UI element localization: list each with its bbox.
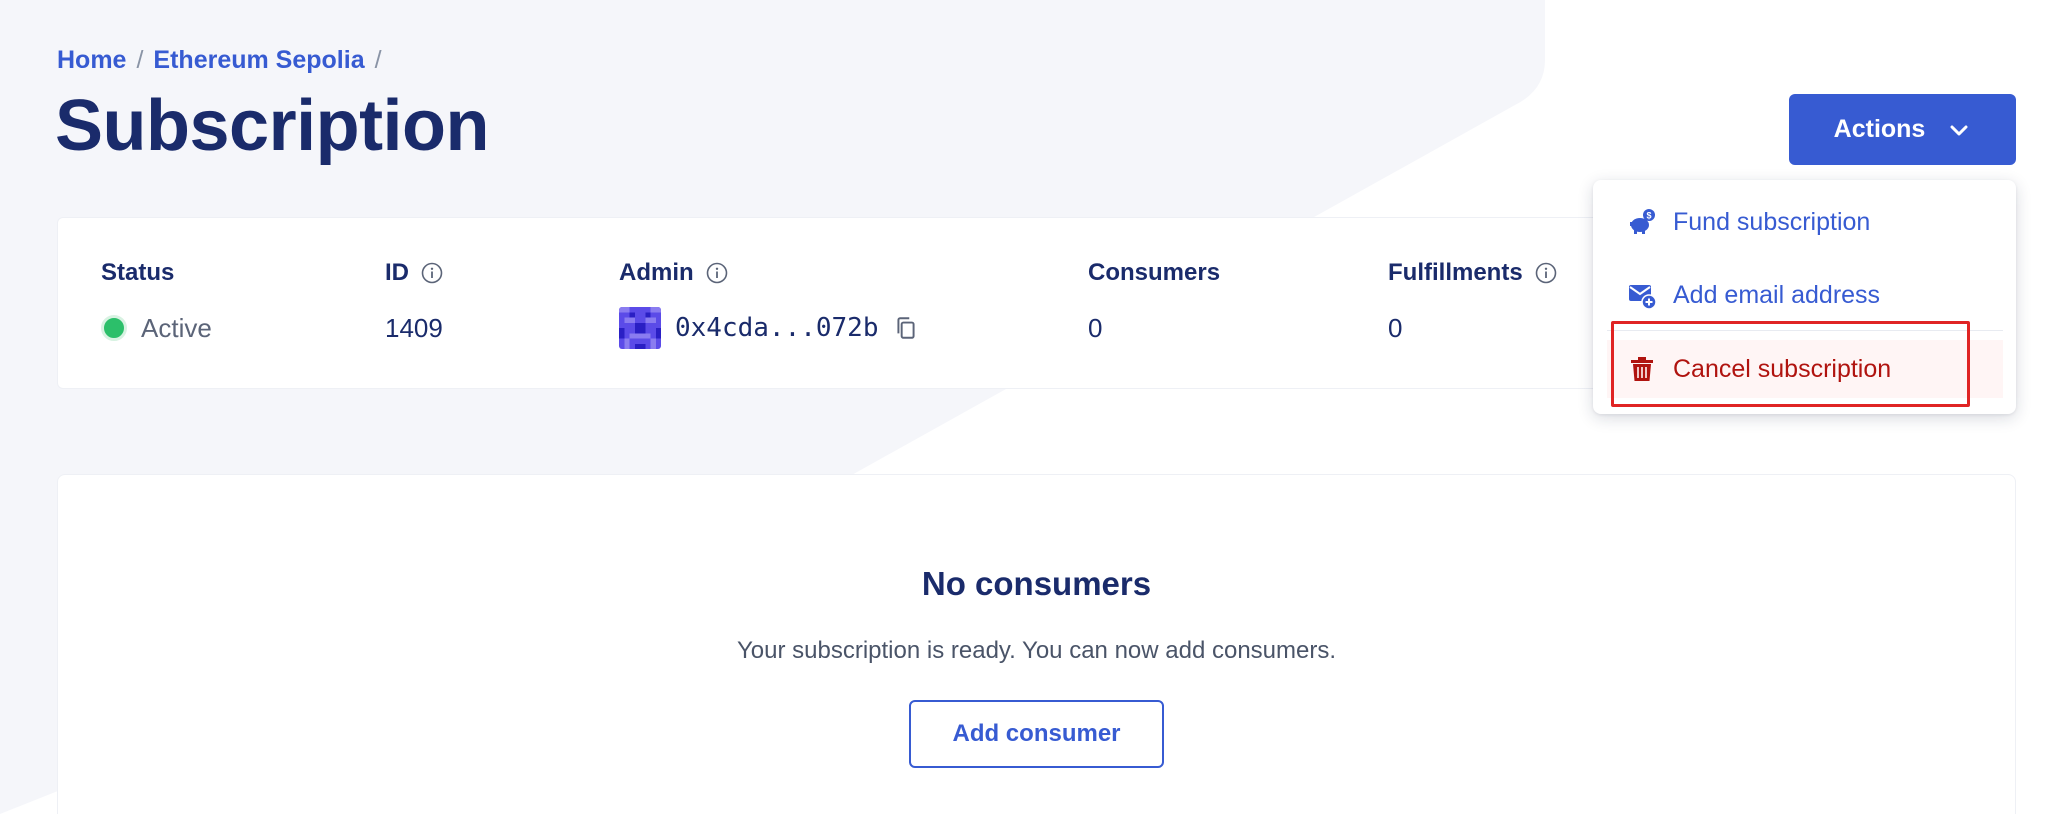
empty-state-description: Your subscription is ready. You can now … — [736, 637, 1337, 664]
menu-item-cancel-subscription[interactable]: Cancel subscription — [1607, 340, 2003, 398]
page: Home / Ethereum Sepolia / Subscription A… — [0, 0, 2072, 814]
add-consumer-button[interactable]: Add consumer — [909, 700, 1164, 768]
breadcrumb-network-link[interactable]: Ethereum Sepolia — [153, 46, 364, 75]
consumers-column: Consumers 0 — [1088, 258, 1220, 348]
fulfillments-label: Fulfillments — [1388, 259, 1523, 286]
status-value: Active — [101, 308, 212, 348]
admin-label: Admin — [619, 259, 694, 286]
actions-button[interactable]: Actions — [1789, 94, 2016, 165]
status-text: Active — [141, 312, 212, 343]
info-icon[interactable] — [706, 262, 728, 284]
id-label: ID — [385, 259, 409, 286]
fulfillments-column: Fulfillments 0 — [1388, 258, 1557, 348]
consumers-label: Consumers — [1088, 259, 1221, 286]
id-column: ID 1409 — [385, 258, 443, 348]
info-icon[interactable] — [421, 262, 443, 284]
menu-divider — [1607, 330, 2003, 331]
fulfillments-value: 0 — [1388, 312, 1403, 343]
menu-item-cancel-label: Cancel subscription — [1673, 354, 1892, 383]
fulfillments-label-row: Fulfillments — [1388, 258, 1557, 288]
menu-item-fund-subscription[interactable]: $ Fund subscription — [1607, 193, 2003, 251]
status-column: Status Active — [101, 258, 212, 348]
status-label: Status — [101, 259, 175, 286]
menu-item-email-label: Add email address — [1673, 280, 1881, 309]
id-value: 1409 — [385, 312, 443, 343]
admin-value: 0x4cda...072b — [619, 307, 919, 349]
info-icon[interactable] — [1535, 262, 1557, 284]
empty-state-title: No consumers — [921, 565, 1152, 602]
menu-item-add-email[interactable]: Add email address — [1607, 266, 2003, 324]
breadcrumb-home-link[interactable]: Home — [57, 46, 126, 75]
piggy-bank-icon: $ — [1630, 209, 1655, 234]
page-title: Subscription — [55, 86, 490, 166]
admin-avatar-identicon — [619, 307, 661, 349]
subscription-info-card: Status Active ID 1409 Admin 0x4cda...072… — [57, 217, 1707, 389]
breadcrumb-separator: / — [136, 46, 144, 74]
svg-text:$: $ — [1646, 211, 1651, 221]
trash-icon — [1631, 357, 1653, 381]
copy-icon[interactable] — [893, 315, 919, 341]
admin-label-row: Admin — [619, 258, 919, 288]
actions-button-label: Actions — [1833, 115, 1926, 143]
breadcrumb-separator: / — [374, 46, 382, 74]
admin-column: Admin 0x4cda...072b — [619, 258, 919, 349]
menu-item-fund-label: Fund subscription — [1673, 207, 1871, 236]
id-label-row: ID — [385, 258, 443, 288]
consumers-panel: No consumers Your subscription is ready.… — [57, 474, 2016, 814]
admin-address: 0x4cda...072b — [675, 313, 879, 343]
status-active-dot — [101, 315, 127, 341]
add-email-icon — [1629, 285, 1657, 310]
chevron-down-icon — [1950, 125, 1968, 135]
consumers-value: 0 — [1088, 312, 1103, 343]
breadcrumb: Home / Ethereum Sepolia / — [57, 46, 382, 75]
